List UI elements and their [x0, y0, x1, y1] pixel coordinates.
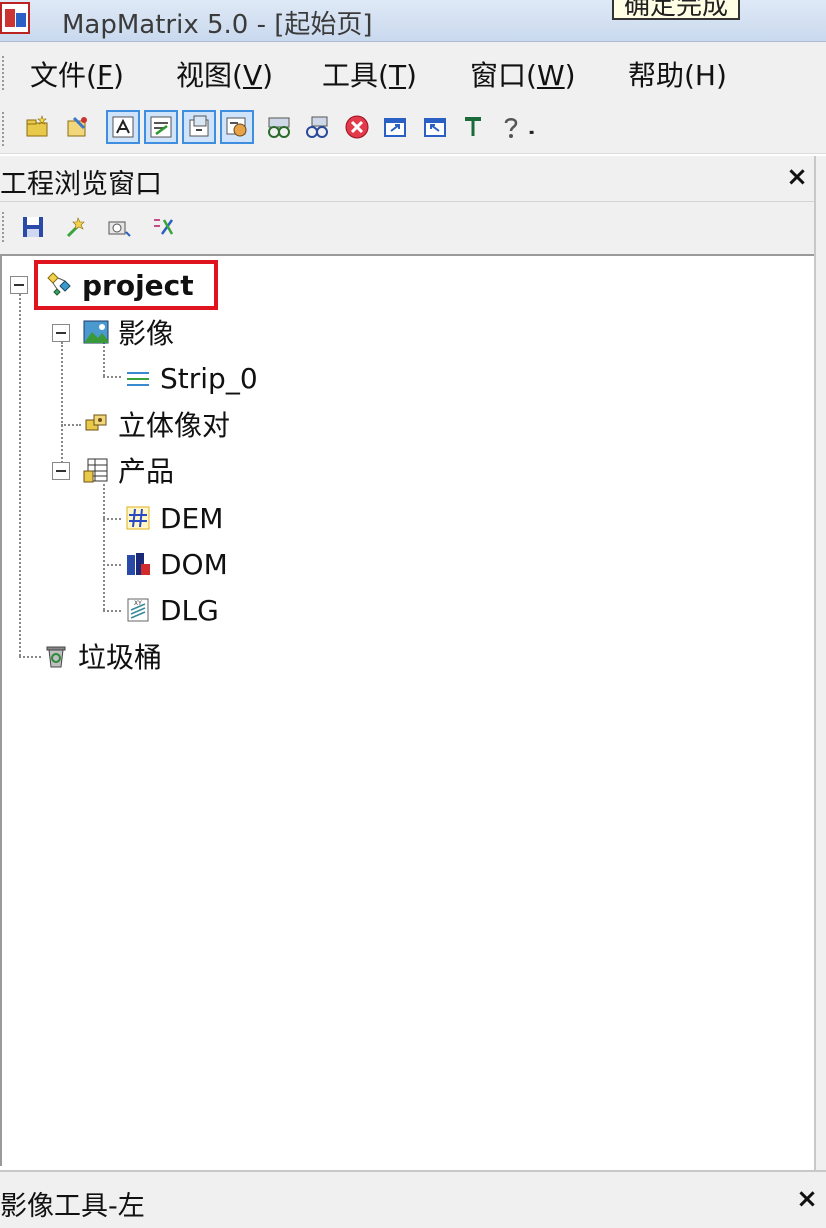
panel-title: 工程浏览窗口: [0, 169, 162, 200]
tree-node-dem[interactable]: DEM: [124, 500, 223, 536]
dlg-icon: XY: [124, 596, 152, 624]
menu-file[interactable]: 文件(F): [30, 54, 124, 94]
tree-connector: [103, 518, 121, 520]
wand-icon[interactable]: [62, 212, 92, 242]
tool-pressed-3-icon[interactable]: [182, 110, 216, 144]
tree-connector: [61, 424, 81, 426]
tools-icon[interactable]: [148, 212, 178, 242]
tree-label-dem: DEM: [160, 501, 224, 535]
tree-connector: [103, 376, 121, 378]
tree-label-product: 产品: [118, 455, 175, 488]
dem-icon: [124, 504, 152, 532]
tree-connector: [61, 342, 63, 474]
menu-window[interactable]: 窗口(W): [470, 54, 576, 94]
tree-connector: [19, 294, 21, 656]
panel-close-button[interactable]: ×: [784, 162, 810, 192]
tree-node-dlg[interactable]: XY DLG: [124, 592, 219, 628]
menubar-grip[interactable]: [2, 56, 5, 90]
open-project-icon[interactable]: [60, 110, 94, 144]
window-1-icon[interactable]: [378, 110, 412, 144]
tool-binocular-2-icon[interactable]: [300, 110, 334, 144]
stop-icon[interactable]: [340, 110, 374, 144]
save-icon[interactable]: [18, 212, 48, 242]
new-project-icon[interactable]: [20, 110, 54, 144]
dropdown-icon[interactable]: [522, 110, 542, 144]
menu-bar: 文件(F) 视图(V) 工具(T) 窗口(W) 帮助(H): [0, 42, 826, 104]
tree-label-dom: DOM: [160, 547, 228, 581]
stereo-pair-icon: [82, 410, 110, 438]
tree-connector: [19, 656, 41, 658]
tree-label-image: 影像: [118, 317, 175, 350]
tree-expander-project[interactable]: [10, 276, 28, 294]
tree-node-project[interactable]: project: [46, 268, 194, 302]
tree-label-dlg: DLG: [160, 593, 219, 627]
strip-icon: [124, 364, 152, 392]
main-toolbar: [0, 104, 826, 154]
project-browser-header: 工程浏览窗口 ×: [0, 156, 816, 202]
image-tools-header: 影像工具-左 ×: [0, 1170, 826, 1228]
panel-toolbar-grip[interactable]: [2, 212, 5, 242]
window-title: MapMatrix 5.0 - [起始页]: [62, 10, 373, 40]
tooltip: 确定完成: [612, 0, 741, 21]
tree-expander-product[interactable]: [52, 462, 70, 480]
window-2-icon[interactable]: [418, 110, 452, 144]
menu-tools[interactable]: 工具(T): [322, 54, 417, 94]
app-icon[interactable]: [0, 2, 30, 34]
svg-text:XY: XY: [134, 600, 142, 607]
tree-node-strip[interactable]: Strip_0: [124, 360, 258, 396]
panel-splitter[interactable]: [814, 156, 826, 1170]
tree-expander-image[interactable]: [52, 324, 70, 342]
tree-label-stereo: 立体像对: [118, 409, 231, 442]
title-bar: MapMatrix 5.0 - [起始页] 确定完成: [0, 0, 826, 42]
tree-label-project: project: [82, 268, 194, 302]
tree-label-strip: Strip_0: [160, 361, 258, 395]
menu-help[interactable]: 帮助(H): [628, 54, 727, 94]
image-icon: [82, 318, 110, 346]
toolbar-grip[interactable]: [2, 112, 5, 146]
pin-icon[interactable]: [456, 110, 490, 144]
tool-pressed-4-icon[interactable]: [220, 110, 254, 144]
tree-node-dom[interactable]: DOM: [124, 546, 228, 582]
tree-label-trash: 垃圾桶: [78, 641, 163, 674]
dom-icon: [124, 550, 152, 578]
tree-connector: [103, 564, 121, 566]
panel-toolbar: [0, 202, 816, 254]
tree-connector: [103, 610, 121, 612]
tree-connector: [103, 484, 105, 610]
menu-view[interactable]: 视图(V): [176, 54, 273, 94]
tool-binocular-1-icon[interactable]: [262, 110, 296, 144]
recycle-bin-icon: [42, 642, 70, 670]
project-tree[interactable]: project 影像 Strip_0 立体像对 产品 DEM DOM XY DL…: [0, 254, 816, 1166]
tree-node-image[interactable]: 影像: [82, 314, 174, 350]
tool-pressed-2-icon[interactable]: [144, 110, 178, 144]
bottom-panel-close-button[interactable]: ×: [794, 1184, 820, 1214]
camera-icon[interactable]: [104, 212, 134, 242]
tree-node-product[interactable]: 产品: [82, 452, 174, 488]
tree-node-trash[interactable]: 垃圾桶: [42, 638, 162, 674]
project-icon: [46, 271, 74, 299]
bottom-panel-title: 影像工具-左: [0, 1191, 145, 1222]
tree-node-stereo[interactable]: 立体像对: [82, 406, 230, 442]
tool-pressed-1-icon[interactable]: [106, 110, 140, 144]
product-icon: [82, 456, 110, 484]
